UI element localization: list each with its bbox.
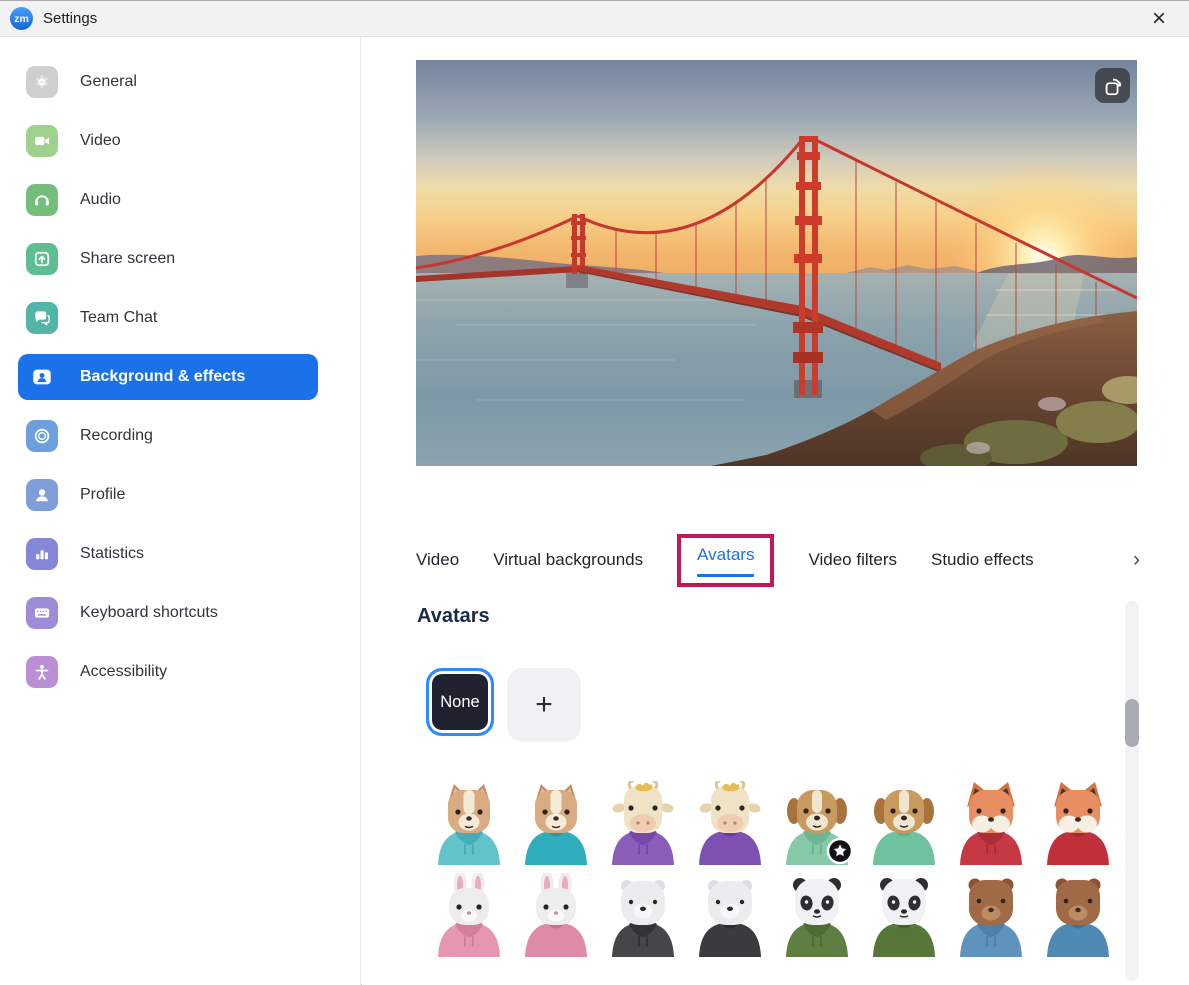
sidebar-item-statistics[interactable]: Statistics [18, 531, 318, 577]
sidebar: General Video Audio Share screen Team Chat Ba… [0, 37, 361, 985]
sidebar-item-label: Share screen [80, 250, 175, 268]
sidebar-item-profile[interactable]: Profile [18, 472, 318, 518]
tabs: Video Virtual backgrounds Avatars Video fil… [416, 530, 1140, 590]
sidebar-item-label: Accessibility [80, 663, 167, 681]
user-badge-icon [26, 361, 58, 393]
tab-virtual-backgrounds[interactable]: Virtual backgrounds [493, 550, 643, 570]
sidebar-item-keyboard-shortcuts[interactable]: Keyboard shortcuts [18, 590, 318, 636]
avatar-beagle-tshirt[interactable] [860, 781, 947, 865]
tab-label: Virtual backgrounds [493, 550, 643, 569]
tab-label: Video filters [808, 550, 897, 569]
share-screen-icon [26, 243, 58, 275]
person-icon [26, 479, 58, 511]
sidebar-item-label: Audio [80, 191, 121, 209]
sidebar-item-label: Statistics [80, 545, 144, 563]
avatar-cow-tshirt[interactable] [686, 781, 773, 865]
sidebar-item-label: Keyboard shortcuts [80, 604, 218, 622]
sidebar-item-audio[interactable]: Audio [18, 177, 318, 223]
avatar-none-button[interactable]: None [426, 668, 494, 736]
tab-video[interactable]: Video [416, 550, 459, 570]
avatar-bear-hoodie[interactable] [947, 873, 1034, 957]
accessibility-icon [26, 656, 58, 688]
avatar-polar-bear-tshirt[interactable] [686, 873, 773, 957]
scrollbar-track[interactable] [1125, 601, 1139, 981]
rotate-preview-icon[interactable] [1095, 68, 1130, 103]
sidebar-item-label: General [80, 73, 137, 91]
tab-label: Studio effects [931, 550, 1034, 569]
bar-chart-icon [26, 538, 58, 570]
tab-studio-effects[interactable]: Studio effects [931, 550, 1034, 570]
window-title: Settings [43, 10, 97, 27]
avatar-rabbit-hoodie[interactable] [425, 873, 512, 957]
tabs-overflow-chevron[interactable]: › [1118, 548, 1140, 572]
avatar-polar-bear-hoodie[interactable] [599, 873, 686, 957]
avatar-corgi-hoodie[interactable] [425, 781, 512, 865]
avatar-beagle-hoodie-starred[interactable] [773, 781, 860, 865]
sidebar-item-team-chat[interactable]: Team Chat [18, 295, 318, 341]
sidebar-item-label: Background & effects [80, 368, 245, 386]
avatar-grid [425, 781, 1121, 965]
video-camera-icon [26, 125, 58, 157]
sidebar-item-label: Recording [80, 427, 153, 445]
avatar-presets: None + [426, 668, 581, 742]
tab-label: Avatars [697, 545, 754, 564]
keyboard-icon [26, 597, 58, 629]
sidebar-item-accessibility[interactable]: Accessibility [18, 649, 318, 695]
add-avatar-button[interactable]: + [507, 668, 581, 742]
sidebar-item-label: Team Chat [80, 309, 157, 327]
avatar-panda-tshirt[interactable] [860, 873, 947, 957]
preview-image [416, 60, 1137, 466]
sidebar-item-video[interactable]: Video [18, 118, 318, 164]
sidebar-item-background-effects[interactable]: Background & effects [18, 354, 318, 400]
close-button[interactable]: × [1141, 1, 1177, 37]
avatar-bear-tshirt[interactable] [1034, 873, 1121, 957]
sidebar-item-recording[interactable]: Recording [18, 413, 318, 459]
record-circle-icon [26, 420, 58, 452]
titlebar: zm Settings × [0, 0, 1189, 37]
avatar-corgi-tshirt[interactable] [512, 781, 599, 865]
avatar-fox-tshirt[interactable] [1034, 781, 1121, 865]
tab-label: Video [416, 550, 459, 569]
sidebar-item-label: Video [80, 132, 121, 150]
gear-icon [26, 66, 58, 98]
golden-gate-bridge-scene [416, 60, 1137, 466]
sidebar-item-label: Profile [80, 486, 125, 504]
avatar-fox-hoodie[interactable] [947, 781, 1034, 865]
active-tab-underline [697, 574, 754, 577]
main-panel: Video Virtual backgrounds Avatars Video fil… [362, 37, 1189, 985]
zoom-logo-icon: zm [10, 7, 33, 30]
sidebar-item-share-screen[interactable]: Share screen [18, 236, 318, 282]
headphones-icon [26, 184, 58, 216]
avatars-heading: Avatars [417, 605, 490, 628]
scrollbar-thumb[interactable] [1125, 699, 1139, 747]
avatar-cow-hoodie[interactable] [599, 781, 686, 865]
tab-video-filters[interactable]: Video filters [808, 550, 897, 570]
avatar-panda-hoodie[interactable] [773, 873, 860, 957]
avatar-rabbit-tshirt[interactable] [512, 873, 599, 957]
chat-bubbles-icon [26, 302, 58, 334]
sidebar-item-general[interactable]: General [18, 59, 318, 105]
tab-avatars[interactable]: Avatars [677, 534, 774, 587]
